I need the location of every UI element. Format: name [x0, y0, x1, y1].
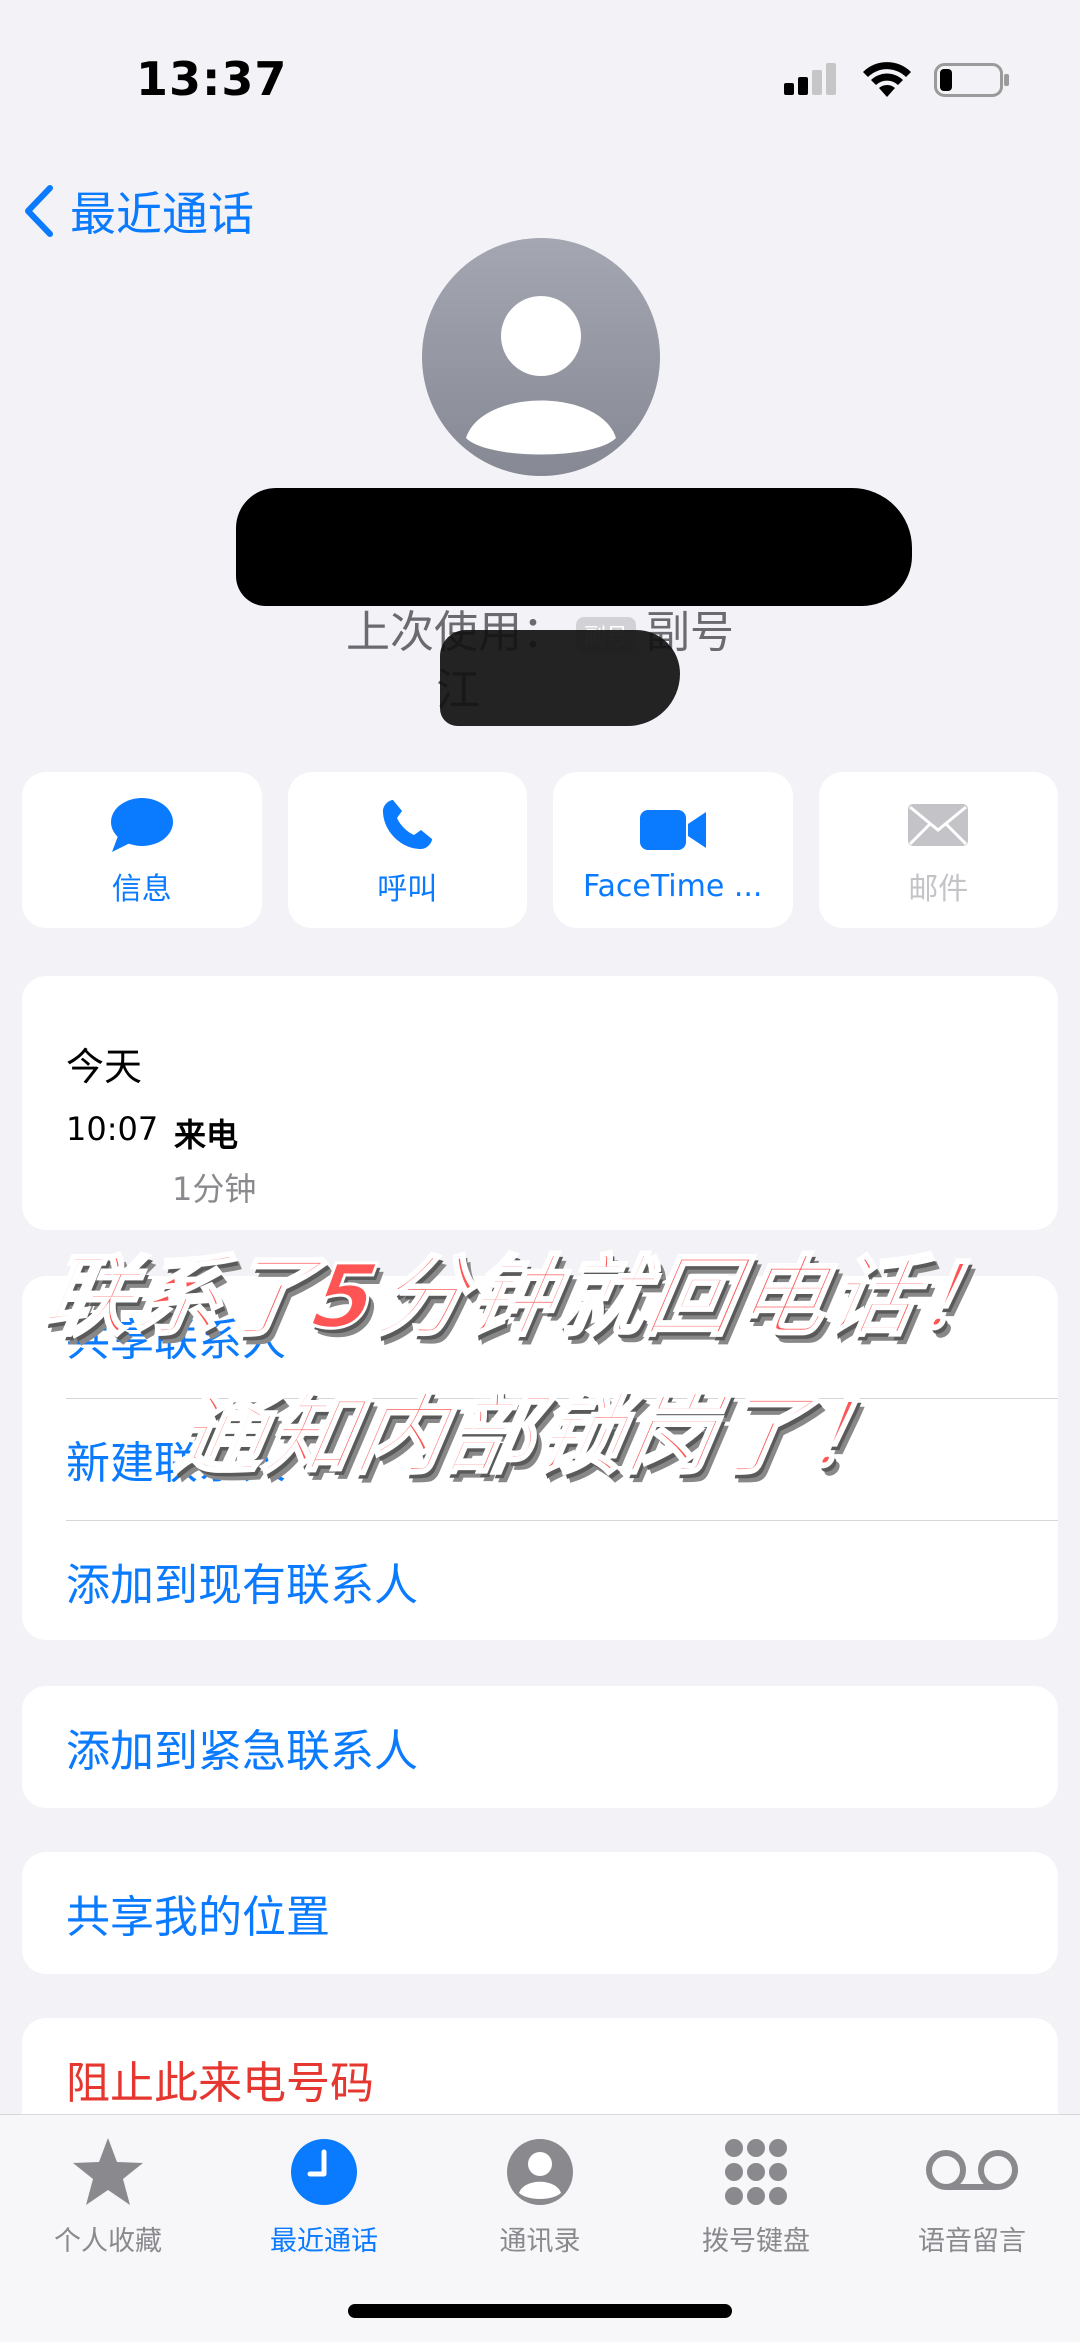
add-emergency-label: 添加到紧急联系人 — [66, 1726, 418, 1777]
tab-keypad[interactable]: 拨号键盘 — [648, 2131, 864, 2258]
mail-label: 邮件 — [908, 872, 969, 907]
share-location-button[interactable]: 共享我的位置 — [22, 1852, 1058, 1974]
share-location-label: 共享我的位置 — [66, 1892, 330, 1943]
call-label: 呼叫 — [377, 872, 438, 907]
keypad-icon — [725, 2139, 787, 2205]
battery-icon — [934, 63, 1009, 97]
overlay-caption-line1: 联系了5分钟就回电话！ — [34, 1244, 1018, 1350]
facetime-label: FaceTime ... — [583, 868, 763, 904]
tab-voicemail-label: 语音留言 — [918, 2226, 1026, 2257]
history-time: 10:07 — [66, 1110, 159, 1148]
mail-icon — [908, 804, 969, 846]
clock-icon — [291, 2139, 357, 2205]
contact-avatar — [422, 238, 660, 476]
home-indicator[interactable] — [348, 2304, 732, 2318]
star-icon — [73, 2138, 143, 2205]
status-icons — [784, 58, 1010, 102]
history-duration: 1分钟 — [172, 1170, 257, 1208]
back-button[interactable]: 最近通话 — [22, 178, 254, 244]
chevron-left-icon — [25, 185, 53, 237]
phone-icon — [383, 800, 433, 849]
call-button[interactable]: 呼叫 — [287, 772, 527, 928]
contact-actions: 信息 呼叫 FaceTime ... 邮件 — [22, 772, 1058, 928]
redacted-name — [236, 488, 912, 606]
person-silhouette-icon — [466, 296, 616, 455]
wifi-icon — [863, 62, 911, 97]
tab-contacts[interactable]: 通讯录 — [432, 2131, 648, 2258]
tab-favorites[interactable]: 个人收藏 — [0, 2131, 216, 2258]
history-type: 来电 — [174, 1116, 239, 1154]
facetime-button[interactable]: FaceTime ... — [553, 772, 793, 928]
tab-recents[interactable]: 最近通话 — [216, 2131, 432, 2258]
voicemail-icon — [926, 2150, 1018, 2190]
status-time: 13:37 — [136, 52, 288, 106]
history-day: 今天 — [66, 1045, 143, 1089]
person-circle-icon — [507, 2139, 573, 2205]
tab-voicemail[interactable]: 语音留言 — [864, 2131, 1080, 2258]
tab-keypad-label: 拨号键盘 — [702, 2226, 810, 2257]
redacted-region — [440, 630, 680, 726]
mail-button[interactable]: 邮件 — [818, 772, 1058, 928]
add-existing-label: 添加到现有联系人 — [66, 1560, 418, 1611]
back-label: 最近通话 — [70, 187, 254, 241]
block-caller-label: 阻止此来电号码 — [66, 2058, 374, 2109]
message-button[interactable]: 信息 — [22, 772, 262, 928]
call-history-card: 今天 10:07 来电 1分钟 — [22, 976, 1058, 1230]
overlay-caption-line2: 通知内部锁岗了！ — [166, 1382, 907, 1488]
message-bubble-icon — [110, 798, 173, 852]
cellular-signal-icon — [784, 63, 836, 95]
video-camera-icon — [639, 809, 706, 850]
add-emergency-contact-button[interactable]: 添加到紧急联系人 — [22, 1686, 1058, 1808]
tab-favorites-label: 个人收藏 — [54, 2226, 162, 2257]
add-existing-contact-button[interactable]: 添加到现有联系人 — [66, 1520, 1058, 1641]
tab-contacts-label: 通讯录 — [499, 2226, 581, 2257]
message-label: 信息 — [111, 872, 172, 907]
tab-recents-label: 最近通话 — [270, 2226, 378, 2257]
